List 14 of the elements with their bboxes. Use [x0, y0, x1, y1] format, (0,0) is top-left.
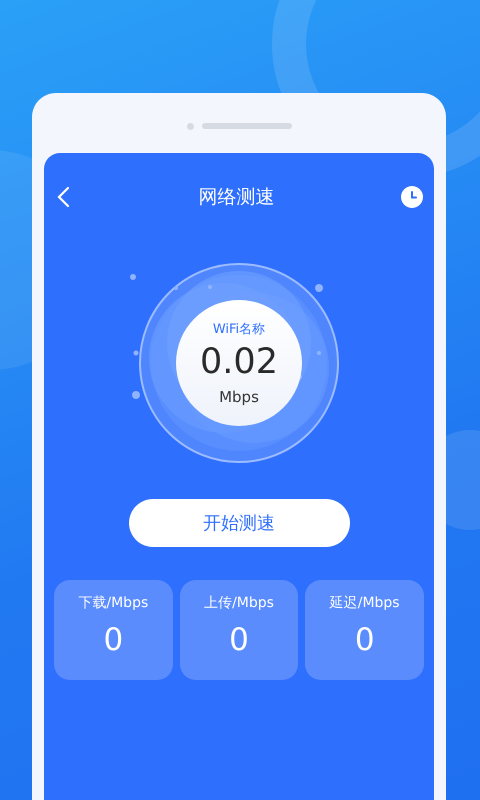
page-title: 网络测速: [198, 185, 274, 210]
camera-dot: [186, 122, 194, 130]
stat-value: 0: [354, 622, 375, 658]
clock-icon[interactable]: [401, 186, 423, 208]
stat-value: 0: [103, 622, 124, 658]
stat-label: 下载/Mbps: [78, 594, 148, 612]
stat-label: 上传/Mbps: [204, 594, 274, 612]
wifi-name-label: WiFi名称: [212, 321, 266, 338]
speed-unit: Mbps: [219, 388, 259, 406]
speed-value: 0.02: [200, 341, 278, 384]
back-icon[interactable]: [56, 186, 72, 208]
stat-label: 延迟/Mbps: [330, 594, 400, 612]
stat-value: 0: [229, 622, 249, 658]
start-test-button[interactable]: 开始测速: [128, 499, 350, 547]
